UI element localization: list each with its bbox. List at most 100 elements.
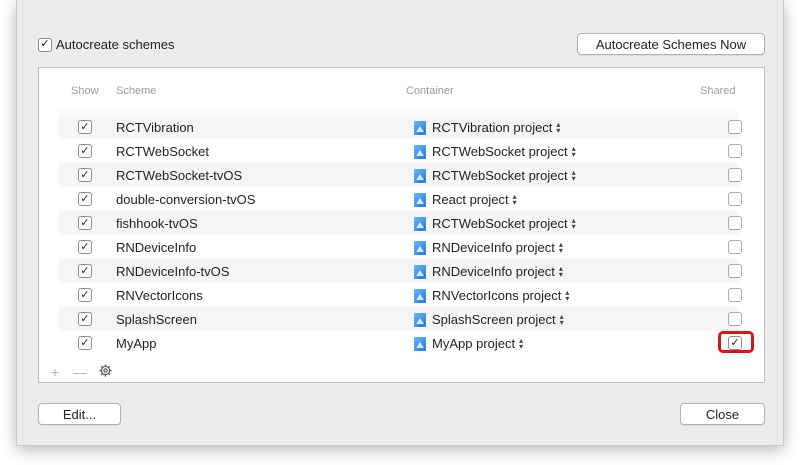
updown-chevron-icon: ▴ ▾: [558, 264, 563, 279]
xcode-project-icon: [414, 168, 426, 183]
table-row[interactable]: ✓ RCTWebSocket-tvOS RCTWebSocket project ▴ ▾: [59, 163, 742, 187]
container-label: SplashScreen project: [432, 312, 556, 327]
table-row[interactable]: ✓ RCTVibration RCTVibration project ▴ ▾: [59, 115, 742, 139]
chevron-down-icon: ▾: [519, 341, 524, 351]
show-checkbox[interactable]: ✓: [78, 312, 92, 326]
table-footer-toolbar: + —: [39, 361, 764, 383]
schemes-table-panel: Show Scheme Container Shared ✓ RCTVibrati…: [38, 67, 765, 383]
show-checkbox[interactable]: ✓: [78, 216, 92, 230]
xcode-project-icon: [414, 336, 426, 351]
autocreate-schemes-label: Autocreate schemes: [56, 37, 175, 52]
chevron-down-icon: ▾: [571, 221, 576, 231]
chevron-down-icon: ▾: [558, 269, 563, 279]
container-label: RCTVibration project: [432, 120, 553, 135]
shared-checkbox[interactable]: [728, 264, 742, 278]
remove-scheme-button[interactable]: —: [73, 364, 87, 380]
container-popup[interactable]: RCTWebSocket project ▴ ▾: [414, 144, 576, 159]
xcode-project-icon: [414, 120, 426, 135]
scheme-name: RNDeviceInfo: [116, 240, 197, 255]
xcode-project-icon: [414, 240, 426, 255]
close-button[interactable]: Close: [680, 403, 765, 425]
table-row[interactable]: ✓ MyApp MyApp project ▴ ▾ ✓: [59, 331, 754, 355]
table-row[interactable]: ✓ SplashScreen SplashScreen project ▴ ▾: [59, 307, 742, 331]
table-row[interactable]: ✓ double-conversion-tvOS React project ▴ ▾: [59, 187, 742, 211]
table-row[interactable]: ✓ RNDeviceInfo RNDeviceInfo project ▴ ▾: [59, 235, 742, 259]
xcode-project-icon: [414, 288, 426, 303]
scheme-name: RCTWebSocket-tvOS: [116, 168, 243, 183]
scheme-name: RNDeviceInfo-tvOS: [116, 264, 230, 279]
updown-chevron-icon: ▴ ▾: [565, 288, 570, 303]
table-row[interactable]: ✓ RNVectorIcons RNVectorIcons project ▴ ▾: [59, 283, 742, 307]
updown-chevron-icon: ▴ ▾: [512, 192, 517, 207]
table-header: Show Scheme Container Shared: [59, 85, 739, 103]
gear-icon-graphic: [99, 364, 112, 377]
xcode-project-icon: [414, 192, 426, 207]
autocreate-schemes-checkbox[interactable]: ✓ Autocreate schemes: [38, 37, 175, 52]
container-popup[interactable]: RNDeviceInfo project ▴ ▾: [414, 264, 563, 279]
chevron-down-icon: ▾: [565, 293, 570, 303]
add-scheme-button[interactable]: +: [48, 364, 62, 380]
gear-icon[interactable]: [99, 364, 112, 380]
shared-checkbox[interactable]: [728, 144, 742, 158]
shared-checkbox[interactable]: [728, 168, 742, 182]
column-header-container[interactable]: Container: [406, 85, 454, 97]
show-checkbox[interactable]: ✓: [78, 120, 92, 134]
schemes-table-body: ✓ RCTVibration RCTVibration project ▴ ▾ ✓ RCTW…: [59, 115, 754, 355]
scheme-name: fishhook-tvOS: [116, 216, 198, 231]
shared-checkbox[interactable]: [728, 288, 742, 302]
show-checkbox[interactable]: ✓: [78, 240, 92, 254]
xcode-project-icon: [414, 312, 426, 327]
container-popup[interactable]: RNDeviceInfo project ▴ ▾: [414, 240, 563, 255]
shared-checkbox[interactable]: [728, 192, 742, 206]
container-label: RCTWebSocket project: [432, 216, 568, 231]
shared-checkbox[interactable]: [728, 120, 742, 134]
table-row[interactable]: ✓ RNDeviceInfo-tvOS RNDeviceInfo project ▴ ▾: [59, 259, 742, 283]
updown-chevron-icon: ▴ ▾: [559, 240, 563, 254]
autocreate-schemes-now-button[interactable]: Autocreate Schemes Now: [577, 33, 765, 55]
show-checkbox[interactable]: ✓: [78, 144, 92, 158]
column-header-show[interactable]: Show: [71, 85, 99, 97]
shared-checkbox[interactable]: [728, 216, 742, 230]
show-checkbox[interactable]: ✓: [78, 192, 92, 206]
scheme-name: SplashScreen: [116, 312, 197, 327]
table-row[interactable]: ✓ fishhook-tvOS RCTWebSocket project ▴ ▾: [59, 211, 742, 235]
container-popup[interactable]: MyApp project ▴ ▾: [414, 336, 523, 351]
show-checkbox[interactable]: ✓: [78, 264, 92, 278]
edit-button[interactable]: Edit...: [38, 403, 121, 425]
manage-schemes-sheet: ✓ Autocreate schemes Autocreate Schemes …: [16, 0, 784, 446]
chevron-down-icon: ▾: [571, 173, 576, 183]
updown-chevron-icon: ▴ ▾: [571, 144, 576, 159]
column-header-shared[interactable]: Shared: [700, 85, 735, 97]
container-popup[interactable]: RCTWebSocket project ▴ ▾: [414, 168, 576, 183]
top-bar: ✓ Autocreate schemes Autocreate Schemes …: [17, 30, 783, 60]
xcode-project-icon: [414, 144, 426, 159]
container-popup[interactable]: RNVectorIcons project ▴ ▾: [414, 288, 569, 303]
updown-chevron-icon: ▴ ▾: [571, 216, 576, 231]
table-row[interactable]: ✓ RCTWebSocket RCTWebSocket project ▴ ▾: [59, 139, 742, 163]
shared-checkbox[interactable]: [728, 240, 742, 254]
container-label: RNDeviceInfo project: [432, 264, 555, 279]
container-label: RNDeviceInfo project: [432, 240, 555, 255]
container-label: RNVectorIcons project: [432, 288, 562, 303]
column-header-scheme[interactable]: Scheme: [116, 85, 156, 97]
container-popup[interactable]: SplashScreen project ▴ ▾: [414, 312, 564, 327]
chevron-down-icon: ▾: [556, 125, 561, 135]
chevron-down-icon: ▾: [512, 197, 517, 207]
shared-checkbox-highlight: [718, 331, 754, 353]
chevron-down-icon: ▾: [571, 149, 576, 159]
container-popup[interactable]: React project ▴ ▾: [414, 192, 517, 207]
container-popup[interactable]: RCTWebSocket project ▴ ▾: [414, 216, 576, 231]
container-popup[interactable]: RCTVibration project ▴ ▾: [414, 120, 560, 135]
updown-chevron-icon: ▴ ▾: [556, 120, 561, 135]
scheme-name: MyApp: [116, 336, 157, 351]
chevron-down-icon: ▾: [559, 317, 564, 327]
show-checkbox[interactable]: ✓: [78, 288, 92, 302]
checkmark-icon: ✓: [38, 37, 52, 52]
scheme-name: RCTVibration: [116, 120, 194, 135]
shared-checkbox[interactable]: [728, 312, 742, 326]
updown-chevron-icon: ▴ ▾: [519, 336, 524, 351]
show-checkbox[interactable]: ✓: [78, 168, 92, 182]
scheme-name: RCTWebSocket: [116, 144, 209, 159]
show-checkbox[interactable]: ✓: [78, 336, 92, 350]
xcode-project-icon: [414, 216, 426, 231]
